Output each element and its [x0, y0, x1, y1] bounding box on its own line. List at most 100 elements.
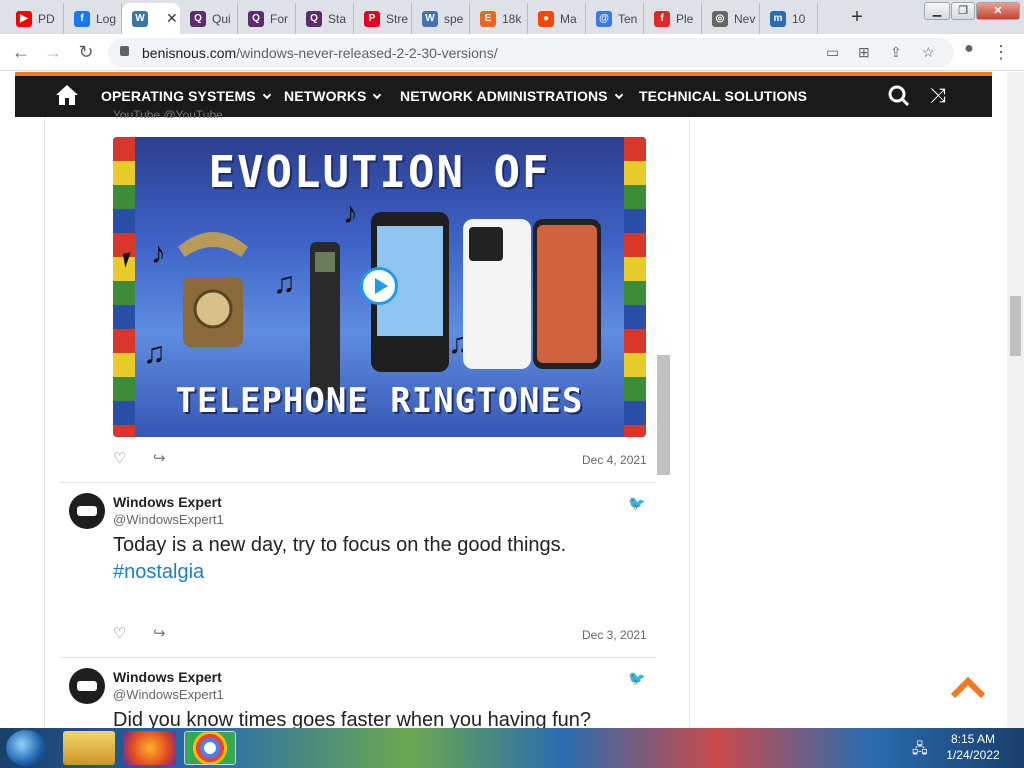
tab-title: Ple — [676, 11, 694, 26]
like-icon[interactable]: ♡ — [113, 449, 126, 467]
video-title-bottom: TELEPHONE RINGTONES — [175, 381, 584, 421]
chevron-down-icon — [373, 90, 382, 100]
music-note-icon: ♪ — [343, 197, 358, 230]
divider — [689, 117, 690, 728]
quora-icon: Q — [306, 10, 322, 27]
url-path: /windows-never-released-2-2-30-versions/ — [236, 45, 498, 61]
nav-operating-systems[interactable]: OPERATING SYSTEMS — [101, 88, 271, 104]
hashtag-link[interactable]: #nostalgia — [113, 561, 204, 584]
tweet-author-name[interactable]: Windows Expert — [113, 669, 222, 685]
browser-tab[interactable]: Q Sta — [296, 3, 354, 34]
play-button[interactable] — [360, 267, 398, 305]
chrome-icon: ◎ — [712, 10, 728, 27]
new-tab-button[interactable]: + — [846, 6, 868, 29]
embed-source: YouTube @YouTube — [113, 108, 223, 118]
tweet-author-handle[interactable]: @WindowsExpert1 — [113, 512, 224, 527]
firefox-icon[interactable] — [124, 731, 176, 765]
home-icon[interactable] — [55, 84, 79, 106]
twitter-bird-icon[interactable]: 🐦 — [628, 670, 645, 687]
browser-tab[interactable]: Q For — [238, 3, 296, 34]
chrome-icon[interactable] — [184, 731, 236, 765]
at-icon: @ — [596, 10, 612, 27]
tab-title: Ten — [618, 11, 638, 26]
music-note-icon: ♪ — [151, 237, 166, 270]
start-button[interactable] — [6, 730, 46, 766]
forward-icon[interactable]: → — [42, 42, 64, 63]
shuffle-icon[interactable]: ⤨ — [930, 85, 946, 108]
browser-tab[interactable]: ● Ma — [528, 3, 586, 34]
browser-tab[interactable]: f Log — [64, 3, 122, 34]
browser-tab[interactable]: Q Qui — [180, 3, 238, 34]
twitter-bird-icon[interactable]: 🐦 — [628, 495, 645, 512]
video-thumbnail[interactable]: EVOLUTION OF ♪ ♫ ♪ ♫ ♪ ♫ TELEPHONE RINGT… — [113, 137, 646, 437]
reddit-icon: ● — [538, 10, 554, 27]
close-tab-icon[interactable]: ✕ — [166, 10, 178, 27]
browser-tab[interactable]: @ Ten — [586, 3, 644, 34]
quora-icon: Q — [248, 10, 264, 27]
menu-icon[interactable]: ⋮ — [990, 42, 1012, 63]
tweet-text: Today is a new day, try to focus on the … — [113, 534, 567, 556]
tab-title: For — [270, 11, 288, 26]
share-icon[interactable]: ↪ — [153, 624, 166, 642]
tab-title: 18k — [502, 11, 522, 26]
nav-networks[interactable]: NETWORKS — [284, 88, 382, 104]
network-icon[interactable]: 🖧 — [912, 738, 928, 762]
nav-network-administrations[interactable]: NETWORK ADMINISTRATIONS — [400, 88, 623, 104]
browser-tab[interactable]: Wspe — [412, 3, 470, 34]
url-text[interactable]: benisnous.com/windows-never-released-2-2… — [142, 45, 498, 61]
browser-tab[interactable]: ◎ Nev — [702, 3, 760, 34]
tab-title: Log — [96, 11, 117, 26]
avatar[interactable] — [69, 668, 105, 704]
address-bar[interactable]: benisnous.com/windows-never-released-2-2… — [108, 38, 954, 67]
system-clock[interactable]: 8:15 AM 1/24/2022 — [944, 731, 1002, 763]
page-scrollbar-track[interactable] — [1007, 72, 1024, 728]
tab-title: Nev — [734, 11, 756, 26]
cast-icon[interactable]: ▭ — [826, 44, 839, 61]
share-icon[interactable]: ↪ — [153, 449, 166, 467]
timeline-scrollbar[interactable] — [657, 355, 670, 475]
like-icon[interactable]: ♡ — [113, 624, 126, 642]
wordpress-icon: W — [132, 10, 148, 27]
nav-technical-solutions[interactable]: TECHNICAL SOLUTIONS — [639, 88, 807, 104]
tweet-author-handle[interactable]: @WindowsExpert1 — [113, 687, 224, 702]
install-icon[interactable]: ⊞ — [858, 44, 870, 61]
clock-time: 8:15 AM — [950, 732, 996, 746]
chevron-down-icon — [262, 90, 271, 100]
tweet-date: Dec 3, 2021 — [582, 628, 647, 642]
minimize-button[interactable]: ▁ — [924, 2, 950, 20]
taskbar: 🖧 8:15 AM 1/24/2022 — [0, 728, 1024, 768]
search-icon[interactable] — [888, 85, 910, 107]
tab-title: 10 — [792, 11, 806, 26]
chevron-down-icon — [614, 90, 623, 100]
brick-phone-image — [310, 242, 340, 400]
facebook-icon: f — [74, 10, 90, 27]
file-explorer-icon[interactable] — [63, 731, 115, 765]
bookmark-star-icon[interactable]: ☆ — [922, 44, 935, 61]
tab-title: Ma — [560, 11, 577, 26]
lock-icon — [120, 46, 129, 56]
browser-tab[interactable]: E 18k — [470, 3, 528, 34]
wiktionary-icon: W — [422, 10, 438, 27]
tab-title: Stre — [386, 11, 408, 26]
tab-title: Sta — [328, 11, 347, 26]
browser-tab[interactable]: ▶ PD — [6, 3, 64, 34]
back-to-top-icon[interactable] — [950, 675, 986, 699]
tweet-author-name[interactable]: Windows Expert — [113, 494, 222, 510]
share-icon[interactable]: ⇪ — [890, 44, 902, 61]
pinterest-icon: P — [364, 10, 380, 27]
browser-tab[interactable]: f Ple — [644, 3, 702, 34]
close-window-button[interactable]: ✕ — [976, 2, 1020, 20]
page-scrollbar-thumb[interactable] — [1010, 296, 1021, 356]
tab-strip: ▶ PD f Log W ✕ Q Qui Q For Q Sta P Stre Wspe E 18k ● Ma @ Te… — [0, 0, 1024, 34]
browser-tab[interactable]: W ✕ — [122, 3, 180, 34]
url-domain: benisnous.com — [142, 45, 237, 61]
restore-button[interactable]: ❐ — [951, 2, 975, 20]
avatar[interactable] — [69, 493, 105, 529]
back-icon[interactable]: ← — [10, 42, 32, 63]
reload-icon[interactable]: ↻ — [75, 42, 97, 63]
browser-tab[interactable]: m 10 — [760, 3, 818, 34]
browser-tab[interactable]: P Stre — [354, 3, 412, 34]
clock-date: 1/24/2022 — [946, 748, 1000, 762]
profile-icon[interactable]: ● — [958, 40, 980, 58]
tweet-date: Dec 4, 2021 — [582, 453, 647, 467]
